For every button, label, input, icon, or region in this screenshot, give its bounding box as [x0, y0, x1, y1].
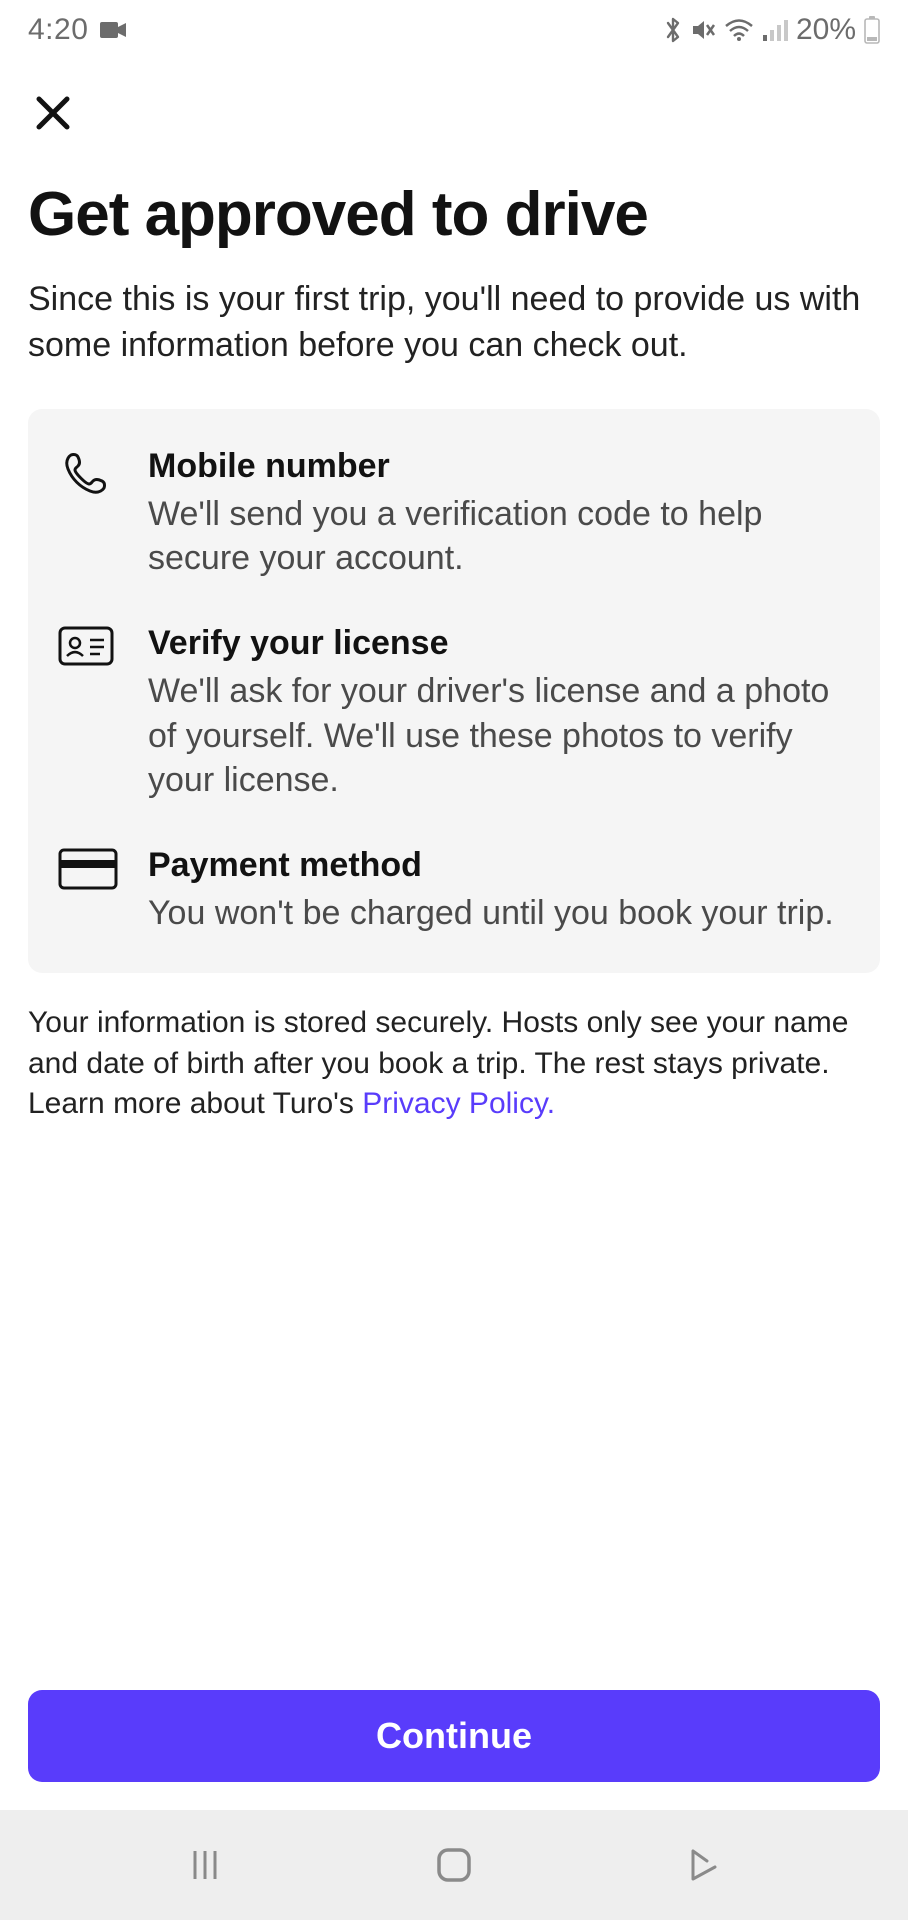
header — [0, 60, 908, 151]
step-mobile-number: Mobile number We'll send you a verificat… — [58, 447, 850, 580]
status-time: 4:20 — [28, 13, 88, 47]
close-icon — [34, 120, 72, 135]
step-title: Mobile number — [148, 447, 850, 486]
mute-icon — [690, 17, 716, 43]
step-verify-license: Verify your license We'll ask for your d… — [58, 624, 850, 802]
status-right: 20% — [664, 13, 880, 47]
step-desc: We'll ask for your driver's license and … — [148, 669, 850, 802]
signal-icon — [762, 19, 788, 41]
continue-button[interactable]: Continue — [28, 1690, 880, 1782]
footer: Continue — [0, 1690, 908, 1810]
content: Get approved to drive Since this is your… — [0, 151, 908, 1690]
card-icon — [58, 846, 118, 890]
license-icon — [58, 624, 118, 666]
spacer — [28, 1125, 880, 1690]
wifi-icon — [724, 18, 754, 42]
nav-back-button[interactable] — [653, 1835, 753, 1895]
step-desc: You won't be charged until you book your… — [148, 891, 850, 935]
step-title: Payment method — [148, 846, 850, 885]
step-payment-method: Payment method You won't be charged unti… — [58, 846, 850, 935]
page-title: Get approved to drive — [28, 181, 880, 249]
step-title: Verify your license — [148, 624, 850, 663]
bluetooth-icon — [664, 16, 682, 44]
nav-home-button[interactable] — [404, 1835, 504, 1895]
page-subtitle: Since this is your first trip, you'll ne… — [28, 277, 880, 369]
status-bar: 4:20 20% — [0, 0, 908, 60]
privacy-policy-link[interactable]: Privacy Policy. — [362, 1087, 555, 1120]
step-desc: We'll send you a verification code to he… — [148, 492, 850, 580]
phone-icon — [58, 447, 118, 501]
privacy-text: Your information is stored securely. Hos… — [28, 1003, 880, 1125]
battery-percent: 20% — [796, 13, 856, 47]
android-nav-bar — [0, 1810, 908, 1920]
camera-icon — [100, 20, 128, 40]
close-button[interactable] — [28, 88, 78, 141]
status-left: 4:20 — [28, 13, 128, 47]
steps-card: Mobile number We'll send you a verificat… — [28, 409, 880, 973]
nav-recent-button[interactable] — [155, 1835, 255, 1895]
battery-icon — [864, 16, 880, 44]
